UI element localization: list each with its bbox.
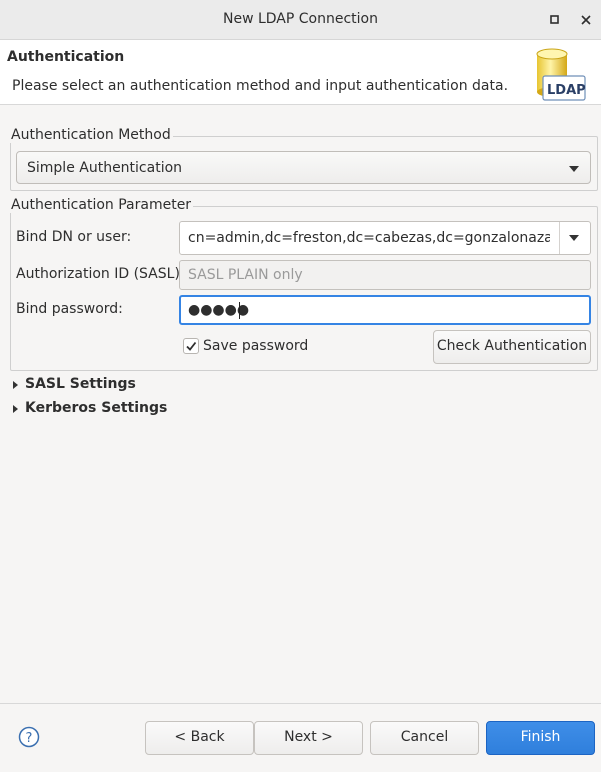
close-icon[interactable] <box>578 12 594 28</box>
check-icon <box>186 341 197 351</box>
bind-dn-input[interactable]: cn=admin,dc=freston,dc=cabezas,dc=gonzal… <box>188 230 550 246</box>
sasl-settings-label[interactable]: SASL Settings <box>25 376 136 392</box>
page-description: Please select an authentication method a… <box>12 78 509 94</box>
save-password-checkbox[interactable] <box>183 338 199 354</box>
check-authentication-button[interactable]: Check Authentication <box>433 330 591 364</box>
bind-password-label: Bind password: <box>16 301 123 317</box>
footer-divider <box>0 703 601 704</box>
authentication-method-legend: Authentication Method <box>9 127 173 143</box>
bind-dn-combo[interactable]: cn=admin,dc=freston,dc=cabezas,dc=gonzal… <box>179 221 591 255</box>
back-button[interactable]: < Back <box>145 721 254 755</box>
kerberos-settings-label[interactable]: Kerberos Settings <box>25 400 167 416</box>
chevron-down-icon <box>569 166 579 172</box>
chevron-right-icon <box>13 381 18 389</box>
next-button[interactable]: Next > <box>254 721 363 755</box>
title-bar: New LDAP Connection <box>0 0 601 40</box>
cancel-button[interactable]: Cancel <box>370 721 479 755</box>
save-password-label[interactable]: Save password <box>203 338 308 354</box>
authorization-id-placeholder: SASL PLAIN only <box>188 267 303 283</box>
authorization-id-field: SASL PLAIN only <box>179 260 591 290</box>
chevron-down-icon[interactable] <box>569 235 579 241</box>
authentication-method-value: Simple Authentication <box>27 160 183 176</box>
bind-dn-label: Bind DN or user: <box>16 229 132 245</box>
ldap-logo-icon: LDAP <box>533 46 589 104</box>
bind-password-field[interactable]: ●●●●● <box>179 295 591 325</box>
text-caret <box>239 302 240 319</box>
authorization-id-label: Authorization ID (SASL): <box>16 266 185 282</box>
help-icon[interactable]: ? <box>18 726 40 748</box>
wizard-header: Authentication Please select an authenti… <box>0 40 601 105</box>
authentication-method-dropdown[interactable]: Simple Authentication <box>16 151 591 184</box>
svg-text:?: ? <box>26 731 33 746</box>
ldap-logo-text: LDAP <box>547 83 586 98</box>
authentication-parameter-legend: Authentication Parameter <box>9 197 194 213</box>
finish-button[interactable]: Finish <box>486 721 595 755</box>
window-title: New LDAP Connection <box>222 11 378 27</box>
maximize-icon[interactable] <box>547 12 563 28</box>
chevron-right-icon <box>13 405 18 413</box>
page-title: Authentication <box>7 49 125 65</box>
